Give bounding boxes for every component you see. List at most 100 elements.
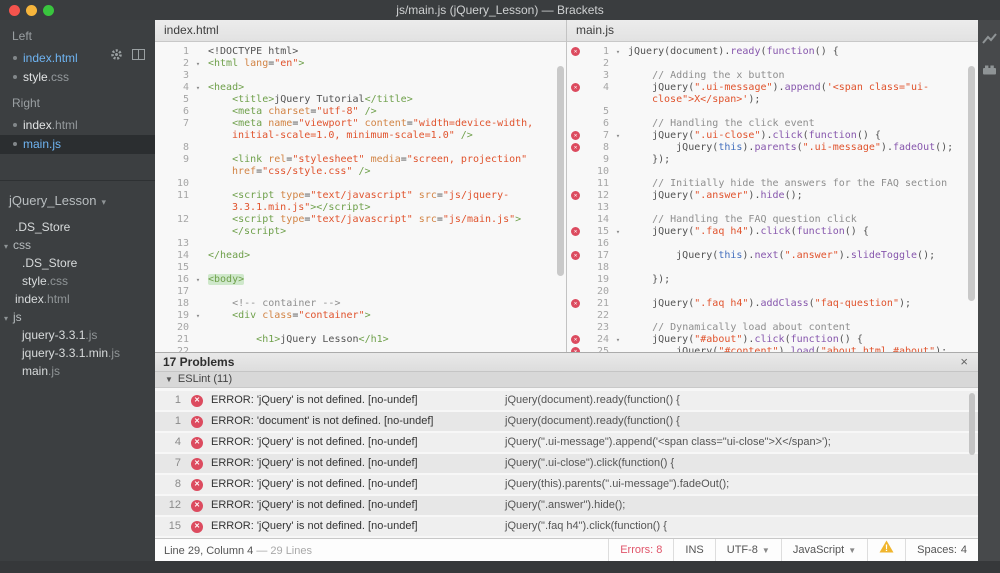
tree-item[interactable]: index.html: [0, 290, 155, 308]
token: function: [766, 46, 815, 57]
tree-folder-js[interactable]: ▾ js: [0, 308, 155, 326]
code-text: <h1>jQuery Lesson</h1>: [204, 334, 388, 346]
tree-item[interactable]: .DS_Store: [0, 218, 155, 236]
token: ".answer": [784, 250, 839, 261]
problem-row[interactable]: 12 ✕ ERROR: 'jQuery' is not defined. [no-u…: [155, 496, 978, 515]
file-extension: .js: [48, 364, 61, 378]
gutter: 23: [567, 322, 624, 334]
gutter: 11: [155, 190, 204, 202]
folder-collapse-arrow-icon[interactable]: ▾: [4, 310, 13, 328]
tree-item[interactable]: style.css: [0, 272, 155, 290]
gutter: 13: [155, 238, 204, 250]
gutter-error-icon[interactable]: [567, 334, 583, 346]
problem-row[interactable]: 8 ✕ ERROR: 'jQuery' is not defined. [no-un…: [155, 475, 978, 494]
token: </title>: [364, 94, 413, 105]
line-number: 8: [602, 142, 609, 153]
code-line: 18: [567, 262, 979, 274]
token: () {: [856, 130, 881, 141]
line-number: 20: [596, 286, 609, 297]
extension-manager-icon[interactable]: [982, 62, 997, 80]
line-number: 11: [176, 190, 189, 201]
tree-item[interactable]: jquery-3.3.1.js: [0, 326, 155, 344]
workingset-left-item[interactable]: index.html: [0, 49, 155, 68]
code-line: 21 <h1>jQuery Lesson</h1>: [155, 334, 566, 346]
gutter-error-icon[interactable]: [567, 46, 583, 58]
tree-item[interactable]: main.js: [0, 362, 155, 380]
token: charset: [268, 106, 311, 117]
project-dropdown[interactable]: jQuery_Lesson ▾: [0, 188, 155, 214]
status-lint-warning[interactable]: !: [867, 539, 905, 562]
token: "faq-question": [814, 298, 899, 309]
line-number: 19: [596, 274, 609, 285]
fold-arrow-icon[interactable]: ▾: [612, 334, 624, 346]
file-status-dot[interactable]: [13, 122, 17, 127]
token: jQuery(: [628, 226, 695, 237]
code-line: 2: [567, 58, 979, 70]
fold-arrow-icon[interactable]: ▾: [612, 226, 624, 238]
folder-collapse-arrow-icon[interactable]: ▾: [4, 238, 13, 256]
file-status-dot[interactable]: [13, 141, 17, 146]
status-encoding-select[interactable]: UTF-8 ▼: [714, 539, 781, 562]
gutter-error-icon[interactable]: [567, 130, 583, 142]
status-language-select[interactable]: JavaScript ▼: [780, 539, 867, 562]
fold-arrow-icon[interactable]: ▾: [192, 274, 204, 286]
token: ).: [742, 334, 755, 345]
editor-pane-left[interactable]: index.html 1 <!DOCTYPE html> 2 ▾ <html lang=…: [155, 20, 566, 356]
code-line: 7▾ jQuery(".ui-close").click(function() …: [567, 130, 979, 142]
editor-right-code[interactable]: 1▾jQuery(document).ready(function() {23 …: [567, 42, 979, 356]
gutter-error-icon[interactable]: [567, 298, 583, 310]
live-preview-icon[interactable]: [981, 32, 997, 50]
status-insert-toggle[interactable]: INS: [673, 539, 714, 562]
line-number: 19: [176, 310, 189, 321]
file-status-dot[interactable]: [13, 74, 17, 79]
code-line: 11 // Initially hide the answers for the…: [567, 178, 979, 190]
problem-message: ERROR: 'jQuery' is not defined. [no-unde…: [211, 436, 418, 448]
editor-pane-right[interactable]: main.js 1▾jQuery(document).ready(functio…: [566, 20, 979, 356]
fold-arrow-icon[interactable]: ▾: [192, 82, 204, 94]
problems-header[interactable]: 17 Problems ×: [155, 353, 978, 372]
scrollbar-thumb[interactable]: [969, 393, 975, 455]
editor-left-code[interactable]: 1 <!DOCTYPE html> 2 ▾ <html lang="en"> 3 4 ▾ <he…: [155, 42, 566, 356]
close-icon[interactable]: ×: [960, 353, 968, 371]
workingset-right-item[interactable]: main.js: [0, 135, 155, 154]
problem-row[interactable]: 15 ✕ ERROR: 'jQuery' is not defined. [no-u…: [155, 517, 978, 536]
line-number: 12: [596, 190, 609, 201]
tree-folder-css[interactable]: ▾ css: [0, 236, 155, 254]
scrollbar-thumb[interactable]: [557, 66, 564, 276]
gutter-error-icon[interactable]: [567, 82, 583, 94]
eslint-section-header[interactable]: ▼ ESLint (11): [155, 372, 978, 388]
gutter-error-icon[interactable]: [567, 190, 583, 202]
workingset-left-item[interactable]: style.css: [0, 68, 155, 87]
gutter-error-icon[interactable]: [567, 250, 583, 262]
status-errors[interactable]: Errors: 8: [608, 539, 673, 562]
file-status-dot[interactable]: [13, 55, 17, 60]
gutter-error-icon[interactable]: [567, 226, 583, 238]
fold-arrow-icon[interactable]: ▾: [192, 58, 204, 70]
code-line: 5 <title>jQuery Tutorial</title>: [155, 94, 566, 106]
token: jQuery(: [628, 130, 695, 141]
gutter: 5: [567, 106, 624, 118]
status-indent-spaces[interactable]: Spaces: 4: [905, 539, 978, 562]
tree-item[interactable]: .DS_Store: [0, 254, 155, 272]
token: rel: [268, 154, 287, 165]
scrollbar-thumb[interactable]: [968, 66, 975, 301]
problem-row[interactable]: 7 ✕ ERROR: 'jQuery' is not defined. [no-un…: [155, 454, 978, 473]
problem-row[interactable]: 4 ✕ ERROR: 'jQuery' is not defined. [no-un…: [155, 433, 978, 452]
fold-arrow-icon[interactable]: ▾: [192, 310, 204, 322]
code-text: // Handling the FAQ question click: [624, 214, 857, 226]
tree-item[interactable]: jquery-3.3.1.min.js: [0, 344, 155, 362]
token: append: [784, 82, 821, 93]
fold-arrow-icon[interactable]: ▾: [612, 130, 624, 142]
fold-arrow-icon[interactable]: ▾: [612, 46, 624, 58]
gutter-error-icon[interactable]: [567, 142, 583, 154]
workingset-right-item[interactable]: index.html: [0, 116, 155, 135]
problem-row[interactable]: 1 ✕ ERROR: 'document' is not defined. [no-…: [155, 412, 978, 431]
problem-row[interactable]: 1 ✕ ERROR: 'jQuery' is not defined. [no-un…: [155, 391, 978, 410]
line-number: 1: [182, 46, 189, 57]
